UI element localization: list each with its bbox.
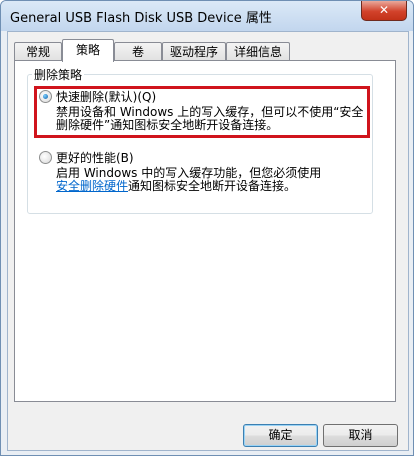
tab-strip: 常规 策略 卷 驱动程序 详细信息 (14, 39, 404, 62)
tab-volumes[interactable]: 卷 (114, 42, 162, 61)
properties-window: General USB Flash Disk USB Device 属性 ✕ 常… (0, 0, 414, 456)
tab-details[interactable]: 详细信息 (226, 42, 290, 61)
title-bar[interactable]: General USB Flash Disk USB Device 属性 ✕ (1, 1, 413, 31)
window-title: General USB Flash Disk USB Device 属性 (10, 11, 272, 26)
better-performance-desc-rest: 通知图标安全地断开设备连接。 (128, 179, 297, 193)
better-performance-desc-line2: 安全删除硬件通知图标安全地断开设备连接。 (56, 180, 296, 193)
annotation-highlight-box (34, 86, 370, 138)
group-legend: 删除策略 (32, 66, 85, 83)
ok-button[interactable]: 确定 (243, 424, 318, 447)
tab-policies[interactable]: 策略 (62, 39, 114, 62)
close-icon: ✕ (378, 3, 390, 17)
better-performance-radio[interactable] (39, 151, 52, 164)
cancel-button[interactable]: 取消 (323, 424, 398, 447)
better-performance-label[interactable]: 更好的性能(B) (56, 149, 134, 166)
tab-general[interactable]: 常规 (14, 42, 62, 61)
safely-remove-hardware-link[interactable]: 安全删除硬件 (56, 179, 128, 193)
tab-driver[interactable]: 驱动程序 (162, 42, 226, 61)
close-button[interactable]: ✕ (361, 1, 407, 21)
